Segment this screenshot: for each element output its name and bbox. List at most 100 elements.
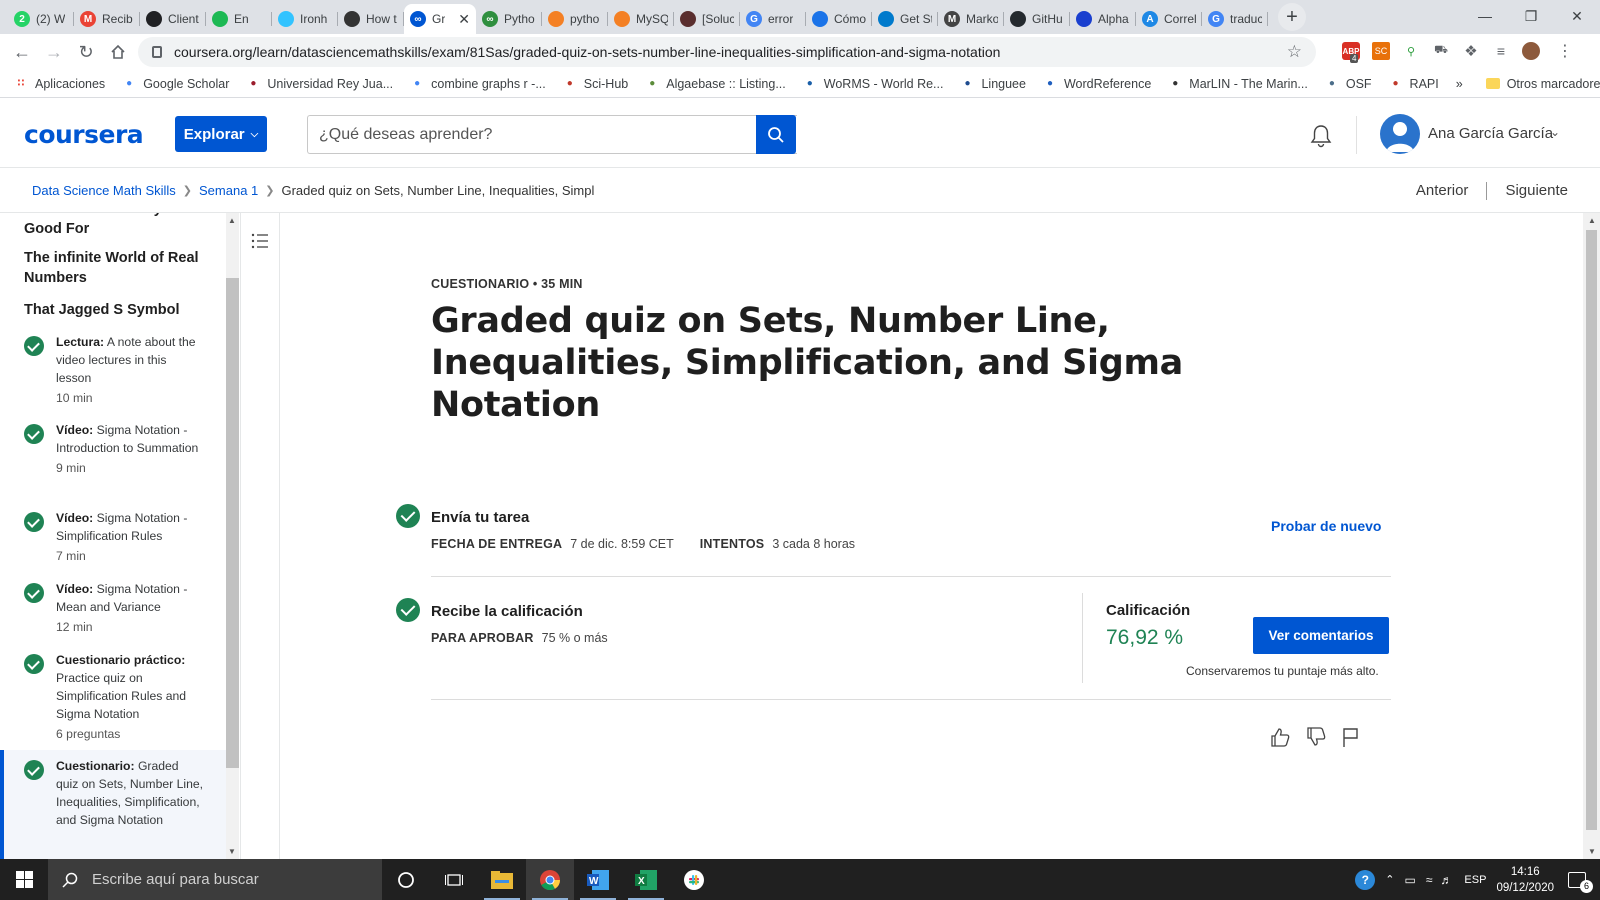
thumbs-down-icon[interactable] <box>1305 726 1327 748</box>
browser-tab[interactable]: Cómo <box>806 4 872 34</box>
bookmark-item[interactable]: ● Sci-Hub <box>563 77 629 91</box>
notifications-icon[interactable]: 6 <box>1568 871 1593 893</box>
bookmark-item[interactable]: ● RAPI <box>1389 77 1439 91</box>
coursera-logo[interactable]: coursera <box>24 120 144 149</box>
lesson-heading[interactable]: That Jagged S Symbol <box>24 300 204 320</box>
next-link[interactable]: Siguiente <box>1505 182 1568 199</box>
key-extension-icon[interactable]: ⚲ <box>1402 42 1420 60</box>
minimize-window-button[interactable]: — <box>1462 0 1508 32</box>
home-icon[interactable] <box>102 36 134 68</box>
close-tab-icon[interactable]: ✕ <box>458 11 470 28</box>
excel-icon[interactable]: X <box>622 859 670 900</box>
reload-icon[interactable]: ↻ <box>70 36 102 68</box>
outline-item[interactable]: Vídeo: Sigma Notation - Simplification R… <box>0 509 226 569</box>
bookmark-item[interactable]: ● MarLIN - The Marin... <box>1168 77 1308 91</box>
bookmark-item[interactable]: ● combine graphs r -... <box>410 77 546 91</box>
bookmark-item[interactable]: ● Algaebase :: Listing... <box>645 77 786 91</box>
bookmark-item[interactable]: ● WoRMS - World Re... <box>803 77 944 91</box>
outline-item[interactable]: Lectura: A note about the video lectures… <box>0 333 226 413</box>
browser-tab[interactable]: 2 (2) W <box>8 4 74 34</box>
bookmark-item[interactable]: ● OSF <box>1325 77 1372 91</box>
browser-tab[interactable]: Gerror <box>740 4 806 34</box>
bookmark-star-icon[interactable]: ☆ <box>1287 42 1302 62</box>
scroll-up-arrow-icon[interactable]: ▲ <box>1588 216 1596 225</box>
browser-tab[interactable]: Get St <box>872 4 938 34</box>
volume-icon[interactable]: ♬ <box>1440 873 1452 887</box>
close-window-button[interactable]: ✕ <box>1554 0 1600 32</box>
browser-tab[interactable]: MySQ <box>608 4 674 34</box>
other-bookmarks-folder[interactable]: Otros marcadores <box>1485 77 1600 91</box>
page-scroll-thumb[interactable] <box>1586 230 1597 830</box>
restore-window-button[interactable]: ❐ <box>1508 0 1554 32</box>
breadcrumb-course-link[interactable]: Data Science Math Skills <box>32 183 176 198</box>
scroll-down-arrow-icon[interactable]: ▼ <box>228 847 236 856</box>
report-flag-icon[interactable] <box>1340 726 1362 748</box>
user-avatar[interactable] <box>1380 114 1420 154</box>
search-input[interactable]: ¿Qué deseas aprender? <box>307 115 797 154</box>
breadcrumb-week-link[interactable]: Semana 1 <box>199 183 258 198</box>
browser-tab[interactable]: [Soluc <box>674 4 740 34</box>
forward-icon[interactable]: → <box>38 36 70 68</box>
file-explorer-icon[interactable] <box>478 859 526 900</box>
battery-icon[interactable]: ▭ <box>1404 873 1415 887</box>
explore-button[interactable]: Explorar ⌵ <box>175 116 267 152</box>
bookmark-item[interactable]: ● Google Scholar <box>122 77 229 91</box>
bookmark-item[interactable]: ● WordReference <box>1043 77 1151 91</box>
media-control-icon[interactable]: ≡ <box>1492 42 1510 60</box>
address-bar[interactable]: coursera.org/learn/datasciencemathskills… <box>138 37 1316 67</box>
user-name[interactable]: Ana García García <box>1428 125 1553 142</box>
browser-tab[interactable]: ∞ Pytho <box>476 4 542 34</box>
lesson-heading[interactable]: Sets and What They're Good For <box>24 213 204 239</box>
browser-menu-icon[interactable]: ⋮ <box>1556 42 1574 60</box>
browser-tab[interactable]: How t <box>338 4 404 34</box>
back-icon[interactable]: ← <box>6 36 38 68</box>
help-icon[interactable]: ? <box>1355 869 1376 890</box>
browser-tab[interactable]: Alpha <box>1070 4 1136 34</box>
shield-extension-icon[interactable]: ⛟ <box>1432 42 1450 60</box>
profile-avatar-icon[interactable] <box>1522 42 1540 60</box>
wifi-icon[interactable]: ≈ <box>1426 873 1433 887</box>
lesson-heading[interactable]: The infinite World of Real Numbers <box>24 248 204 288</box>
browser-tab[interactable]: pytho <box>542 4 608 34</box>
extensions-puzzle-icon[interactable]: ❖ <box>1462 42 1480 60</box>
more-bookmarks-button[interactable]: » <box>1456 77 1463 91</box>
chrome-icon[interactable] <box>526 859 574 900</box>
browser-tab[interactable]: GitHu <box>1004 4 1070 34</box>
bookmark-item[interactable]: ● Universidad Rey Jua... <box>246 77 393 91</box>
scroll-up-arrow-icon[interactable]: ▲ <box>228 216 236 225</box>
input-language[interactable]: ESP <box>1464 874 1486 886</box>
outline-item[interactable]: Vídeo: Sigma Notation - Mean and Varianc… <box>0 580 226 640</box>
thumbs-up-icon[interactable] <box>1269 726 1291 748</box>
task-view-icon[interactable] <box>430 859 478 900</box>
notifications-bell-icon[interactable] <box>1308 123 1334 149</box>
view-feedback-button[interactable]: Ver comentarios <box>1253 617 1389 654</box>
new-tab-button[interactable]: + <box>1278 3 1306 31</box>
show-hidden-icons-icon[interactable]: ⌃ <box>1385 873 1394 886</box>
try-again-link[interactable]: Probar de nuevo <box>1271 518 1381 534</box>
browser-tab[interactable]: Gtraduc <box>1202 4 1268 34</box>
browser-tab[interactable]: M Marko <box>938 4 1004 34</box>
search-button[interactable] <box>756 115 796 154</box>
previous-link[interactable]: Anterior <box>1416 182 1469 199</box>
sidebar-scroll-thumb[interactable] <box>226 278 239 768</box>
scroll-down-arrow-icon[interactable]: ▼ <box>1588 847 1596 856</box>
bookmark-item[interactable]: ● Linguee <box>960 77 1026 91</box>
windows-start-icon[interactable] <box>0 859 48 900</box>
browser-tab[interactable]: Ironh <box>272 4 338 34</box>
outline-item-current[interactable]: Cuestionario: Graded quiz on Sets, Numbe… <box>0 750 226 859</box>
outline-item[interactable]: Cuestionario práctico: Practice quiz on … <box>0 651 226 741</box>
clock[interactable]: 14:16 09/12/2020 <box>1496 864 1554 896</box>
browser-tab[interactable]: En <box>206 4 272 34</box>
browser-tab[interactable]: Client <box>140 4 206 34</box>
slack-icon[interactable] <box>670 859 718 900</box>
word-icon[interactable]: W <box>574 859 622 900</box>
list-outline-icon[interactable] <box>250 231 270 251</box>
browser-tab[interactable]: M Recib <box>74 4 140 34</box>
bookmark-item[interactable]: ∷ Aplicaciones <box>14 77 106 91</box>
cortana-icon[interactable] <box>382 859 430 900</box>
chevron-down-icon[interactable]: ⌄ <box>1550 125 1560 139</box>
browser-tab[interactable]: ∞ Gr ✕ <box>404 4 476 34</box>
taskbar-search-box[interactable]: Escribe aquí para buscar <box>48 859 382 900</box>
browser-tab[interactable]: A Correl <box>1136 4 1202 34</box>
outline-item[interactable]: Vídeo: Sigma Notation - Introduction to … <box>0 421 226 491</box>
